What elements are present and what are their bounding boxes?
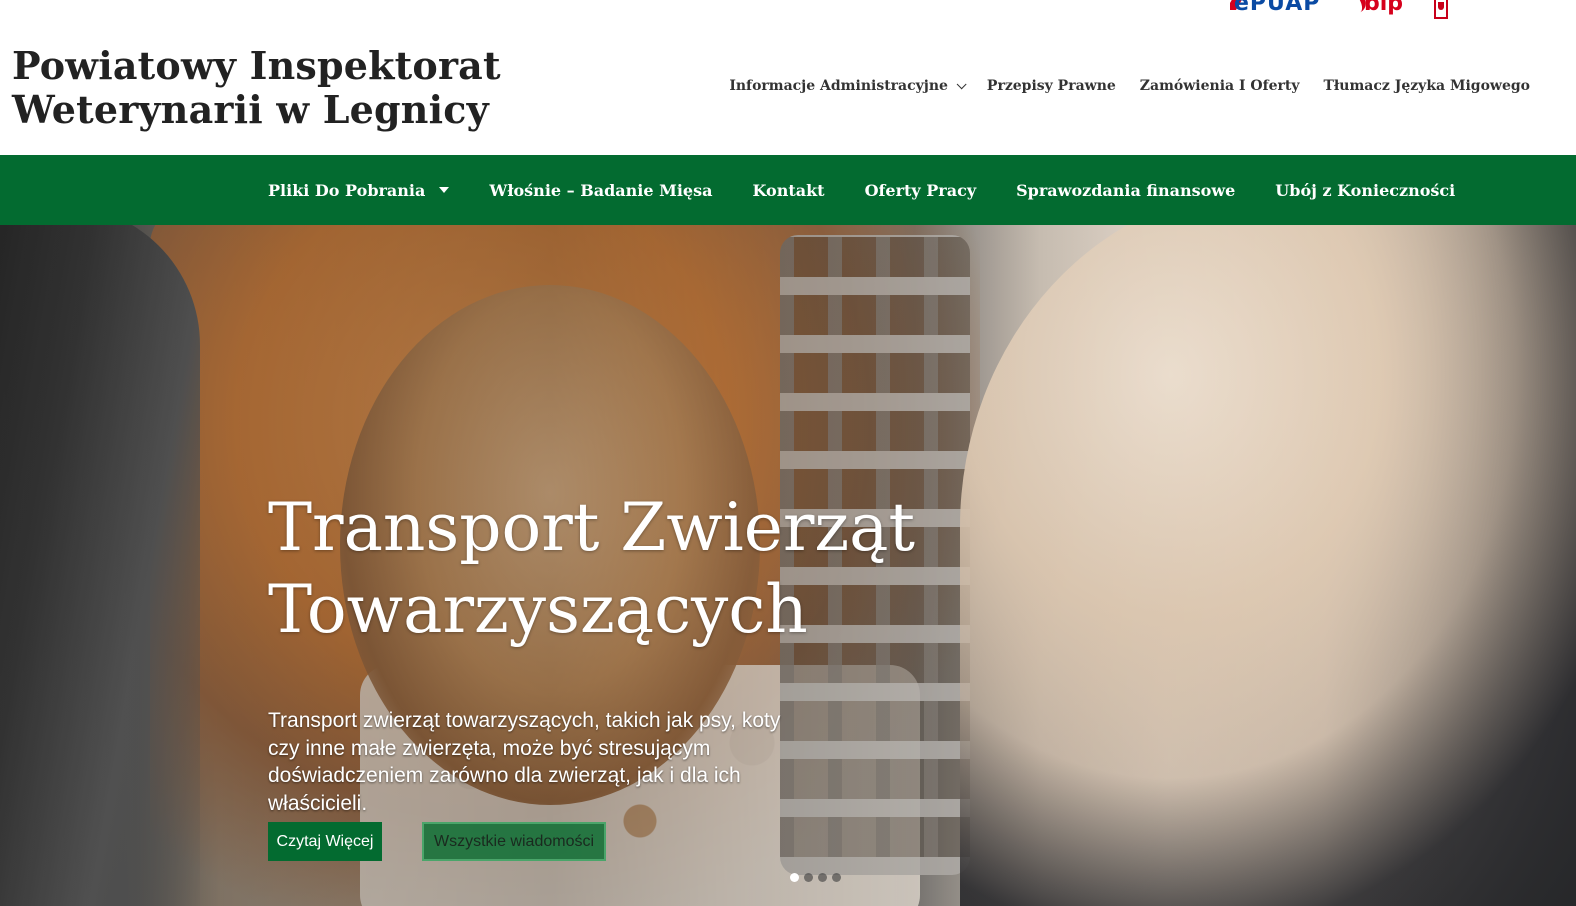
external-logos: ePUAP bip — [1230, 0, 1456, 22]
polish-eagle-emblem-icon[interactable] — [1426, 0, 1456, 20]
main-nav-item-label: Oferty Pracy — [864, 180, 977, 200]
main-nav-item-sprawozdania-finansowe[interactable]: Sprawozdania finansowe — [1016, 181, 1235, 200]
main-nav-item-label: Pliki Do Pobrania — [268, 180, 426, 200]
main-nav-item-label: Sprawozdania finansowe — [1016, 180, 1236, 200]
bip-logo[interactable]: bip — [1352, 0, 1412, 18]
main-nav-item-label: Włośnie – Badanie Mięsa — [489, 180, 713, 200]
main-navigation: Pliki Do Pobrania Włośnie – Badanie Mięs… — [0, 155, 1576, 225]
slider-dot-2[interactable] — [804, 873, 813, 882]
slider-pagination — [790, 873, 841, 882]
site-title[interactable]: Powiatowy Inspektorat Weterynarii w Legn… — [12, 44, 532, 132]
hero-description: Transport zwierząt towarzyszących, takic… — [268, 709, 781, 815]
top-nav-item-przepisy-prawne[interactable]: Przepisy Prawne — [987, 78, 1116, 94]
main-nav-item-kontakt[interactable]: Kontakt — [752, 181, 824, 200]
hero-title-line1: Transport Zwierząt — [268, 489, 916, 566]
site-title-line1: Powiatowy Inspektorat — [12, 43, 501, 88]
all-news-label: Wszystkie wiadomości — [433, 832, 595, 850]
hero-title: Transport Zwierząt Towarzyszących — [268, 487, 988, 651]
top-nav-item-zamowienia-i-oferty[interactable]: Zamówienia I Oferty — [1140, 78, 1300, 94]
main-nav-item-wlosnie[interactable]: Włośnie – Badanie Mięsa — [489, 181, 712, 200]
all-news-button[interactable]: Wszystkie wiadomości — [422, 822, 606, 861]
site-header: Powiatowy Inspektorat Weterynarii w Legn… — [0, 0, 1576, 155]
top-nav-item-label: Zamówienia I Oferty — [1139, 78, 1300, 94]
read-more-label: Czytaj Więcej — [276, 832, 374, 850]
top-navigation: Informacje Administracyjne Przepisy Praw… — [729, 78, 1530, 94]
top-nav-item-label: Informacje Administracyjne — [729, 78, 948, 94]
caret-down-icon — [439, 187, 450, 193]
main-nav-item-oferty-pracy[interactable]: Oferty Pracy — [865, 181, 977, 200]
top-nav-item-informacje-administracyjne[interactable]: Informacje Administracyjne — [729, 78, 967, 94]
bip-logo-text: bip — [1364, 0, 1404, 16]
top-nav-item-label: Tłumacz Języka Migowego — [1323, 78, 1530, 94]
epuap-logo-text: ePUAP — [1234, 0, 1321, 16]
top-nav-item-label: Przepisy Prawne — [986, 78, 1116, 94]
site-title-line2: Weterynarii w Legnicy — [12, 87, 489, 132]
hero-slider: Transport Zwierząt Towarzyszących Transp… — [0, 225, 1576, 906]
hero-title-line2: Towarzyszących — [268, 571, 808, 648]
main-nav-item-uboj-z-koniecznosci[interactable]: Ubój z Konieczności — [1275, 181, 1455, 200]
main-nav-item-label: Kontakt — [752, 180, 825, 200]
main-nav-item-label: Ubój z Konieczności — [1275, 180, 1456, 200]
slider-dot-3[interactable] — [818, 873, 827, 882]
epuap-logo[interactable]: ePUAP — [1230, 0, 1338, 18]
slider-dot-1[interactable] — [790, 873, 799, 882]
read-more-button[interactable]: Czytaj Więcej — [268, 822, 382, 861]
main-nav-item-pliki-do-pobrania[interactable]: Pliki Do Pobrania — [268, 180, 450, 200]
chevron-down-icon — [956, 78, 967, 89]
top-nav-item-tlumacz-jezyka-migowego[interactable]: Tłumacz Języka Migowego — [1323, 78, 1530, 94]
emblem-shield — [1434, 0, 1448, 19]
slider-dot-4[interactable] — [832, 873, 841, 882]
